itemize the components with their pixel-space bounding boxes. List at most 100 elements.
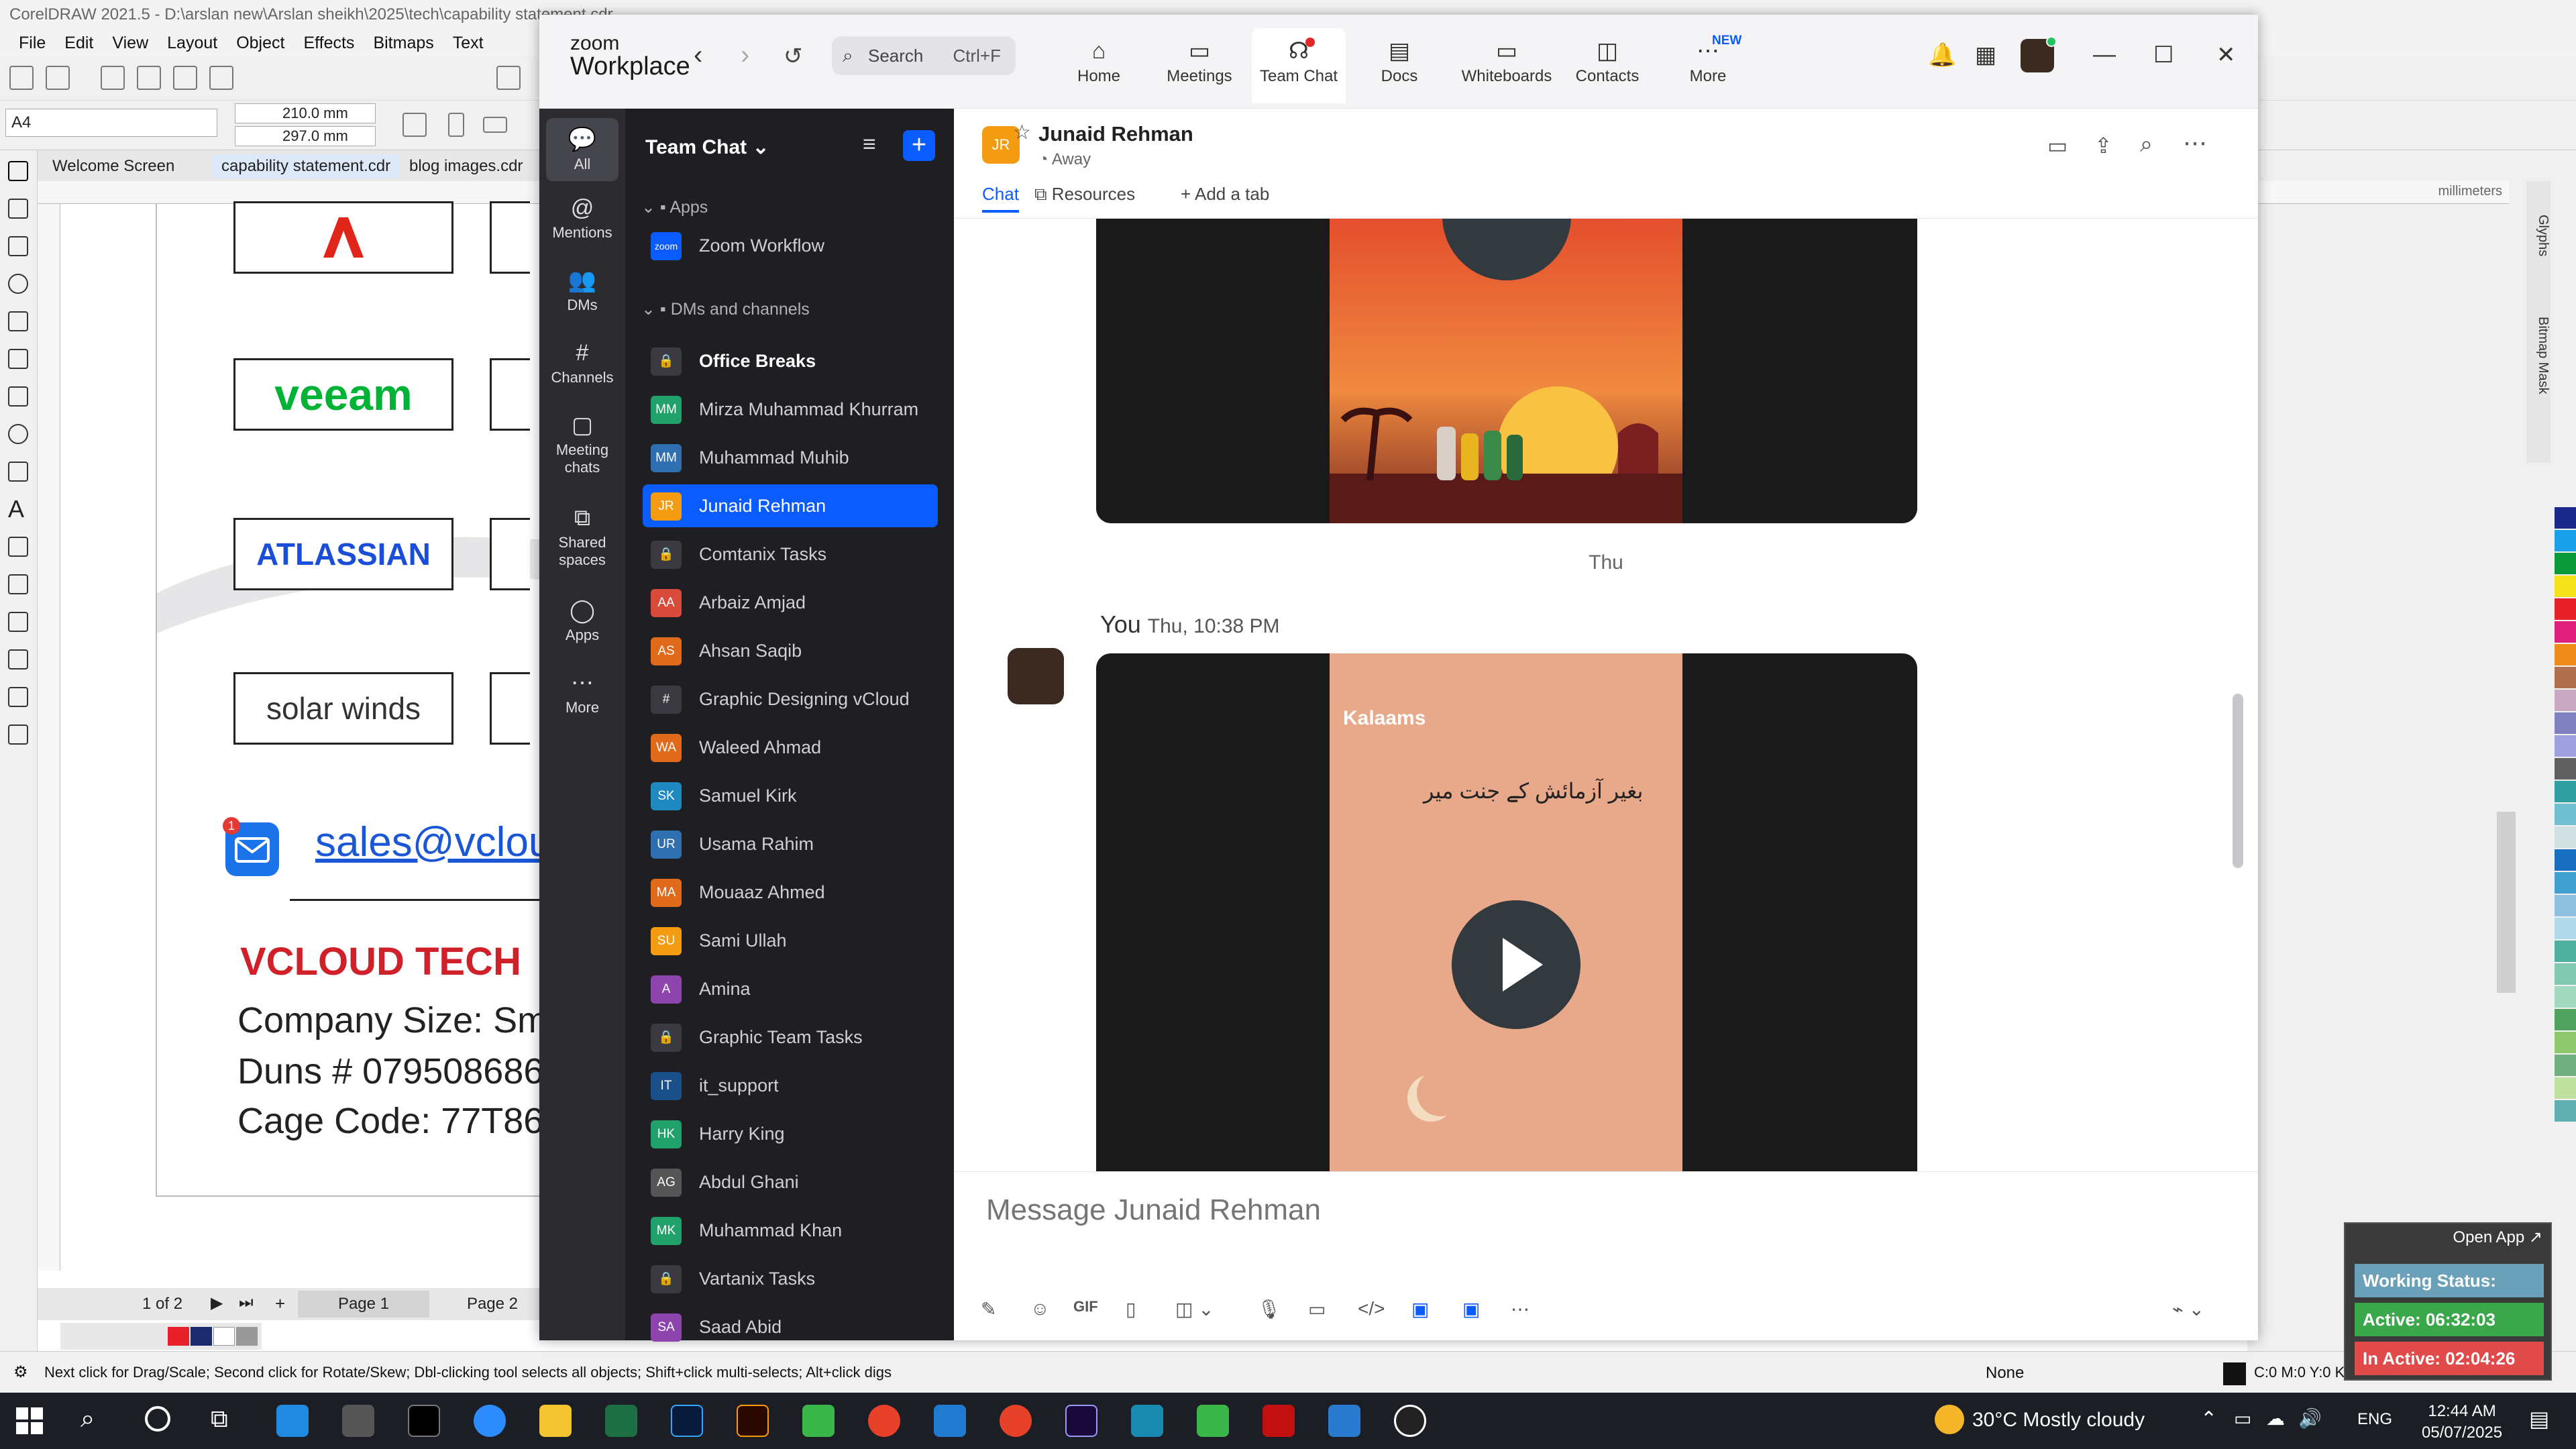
menu-bitmaps[interactable]: Bitmaps	[373, 30, 433, 56]
cloud-icon[interactable]	[137, 66, 161, 90]
weather-text[interactable]: 30°C Mostly cloudy	[1972, 1409, 2145, 1432]
nav-docs[interactable]: ▤ Docs	[1352, 28, 1446, 103]
clock[interactable]: 12:44 AM 05/07/2025	[2422, 1401, 2502, 1444]
freehand-tool-icon[interactable]	[8, 311, 28, 331]
rail-channels[interactable]: # Channels	[539, 339, 625, 386]
list-item-contact[interactable]: AG Abdul Ghani	[643, 1161, 938, 1203]
search-input[interactable]: ⌕ Search Ctrl+F	[832, 36, 1016, 75]
code-icon[interactable]: </>	[1358, 1298, 1385, 1320]
search-icon[interactable]: ⌕	[80, 1405, 95, 1434]
transparency-tool-icon[interactable]	[8, 649, 28, 669]
menu-view[interactable]: View	[112, 30, 148, 56]
palette-swatch[interactable]	[236, 1327, 258, 1346]
send-options-icon[interactable]: ⌁ ⌄	[2172, 1298, 2204, 1320]
palette-swatch[interactable]	[2555, 1055, 2576, 1076]
rail-dms[interactable]: 👥 DMs	[539, 267, 625, 314]
video-message-icon[interactable]: ▭	[1308, 1298, 1326, 1320]
palette-swatch[interactable]	[2555, 530, 2576, 551]
team-chat-header[interactable]: Team Chat ⌄	[645, 136, 769, 159]
menu-effects[interactable]: Effects	[303, 30, 354, 56]
page-width-field[interactable]: 210.0 mm	[235, 103, 376, 123]
menu-text[interactable]: Text	[453, 30, 484, 56]
palette-swatch[interactable]	[2555, 690, 2576, 711]
nav-home[interactable]: ⌂ Home	[1052, 28, 1146, 103]
curve-tool-icon[interactable]	[8, 349, 28, 369]
emoji-icon[interactable]: ☺	[1030, 1298, 1050, 1320]
palette-swatch[interactable]	[213, 1327, 235, 1346]
shape-tool-icon[interactable]	[8, 199, 28, 219]
file-explorer-icon[interactable]	[539, 1405, 572, 1437]
open-icon[interactable]	[46, 66, 70, 90]
palette-swatch[interactable]	[2555, 895, 2576, 916]
palette-swatch[interactable]	[2555, 941, 2576, 962]
add-page-icon[interactable]: +	[275, 1293, 285, 1314]
palette-swatch[interactable]	[168, 1327, 189, 1346]
palette-swatch[interactable]	[2555, 986, 2576, 1008]
user-avatar[interactable]	[2021, 36, 2057, 72]
list-item-contact[interactable]: MK Muhammad Khan	[643, 1209, 938, 1252]
next-page-icon[interactable]: ▶	[211, 1293, 223, 1313]
page-height-field[interactable]: 297.0 mm	[235, 126, 376, 146]
list-item-contact[interactable]: SU Sami Ullah	[643, 919, 938, 962]
nav-more[interactable]: ⋯ More NEW	[1661, 28, 1755, 103]
palette-swatch[interactable]	[2555, 1077, 2576, 1099]
pick-tool-icon[interactable]	[8, 161, 28, 181]
new-chat-button[interactable]: +	[903, 130, 935, 161]
palette-swatch[interactable]	[191, 1327, 212, 1346]
share-screen-icon[interactable]: ⇪	[2094, 133, 2112, 158]
close-icon[interactable]: ✕	[2216, 42, 2236, 68]
onedrive-icon[interactable]: ☁	[2266, 1407, 2285, 1430]
app-icon-2[interactable]: ▣	[1462, 1298, 1480, 1320]
app-icon-1[interactable]: ▣	[1411, 1298, 1429, 1320]
star-icon[interactable]: ☆	[1013, 121, 1031, 144]
chrome-profile-icon[interactable]	[1000, 1405, 1032, 1437]
bell-icon[interactable]: 🔔	[1928, 42, 1956, 68]
menu-file[interactable]: File	[19, 30, 46, 56]
menu-layout[interactable]: Layout	[167, 30, 217, 56]
open-app-link[interactable]: Open App ↗	[2453, 1228, 2542, 1247]
palette-swatch[interactable]	[2555, 644, 2576, 665]
more-options-icon[interactable]: ⋯	[2183, 129, 2207, 157]
list-item-contact[interactable]: WA Waleed Ahmad	[643, 726, 938, 769]
weather-icon[interactable]	[1935, 1405, 1964, 1434]
photoshop-icon[interactable]	[671, 1405, 703, 1437]
text-tool-icon[interactable]: A	[8, 497, 28, 521]
calendar-icon[interactable]: ▦	[1975, 42, 1996, 68]
page-tab-2[interactable]: Page 2	[440, 1291, 545, 1318]
palette-swatch[interactable]	[2555, 712, 2576, 734]
palette-swatch[interactable]	[2555, 781, 2576, 802]
palette-swatch[interactable]	[2555, 918, 2576, 939]
terminal-icon[interactable]	[408, 1405, 440, 1437]
list-item-contact[interactable]: SK Samuel Kirk	[643, 774, 938, 817]
tab-chat[interactable]: Chat	[982, 184, 1019, 213]
volume-icon[interactable]: 🔊	[2298, 1407, 2322, 1430]
import-icon[interactable]	[496, 66, 521, 90]
play-button[interactable]	[1452, 900, 1580, 1029]
list-item-contact[interactable]: 🔒 Graphic Team Tasks	[643, 1016, 938, 1059]
list-item-contact[interactable]: IT it_support	[643, 1064, 938, 1107]
ellipse-tool-icon[interactable]	[8, 424, 28, 444]
palette-swatch[interactable]	[2555, 598, 2576, 620]
landscape-icon[interactable]	[483, 117, 507, 133]
nav-meetings[interactable]: ▭ Meetings	[1152, 28, 1246, 103]
palette-swatch[interactable]	[2555, 667, 2576, 688]
calculator-icon[interactable]	[1328, 1405, 1360, 1437]
list-item-contact[interactable]: JR Junaid Rehman	[643, 484, 938, 527]
nav-team-chat[interactable]: ☊ Team Chat	[1252, 28, 1346, 103]
parallel-dimension-tool-icon[interactable]	[8, 537, 28, 557]
maximize-icon[interactable]: ☐	[2153, 42, 2174, 68]
glyphs-docker-tab[interactable]: Glyphs Bitmap Mask	[2526, 181, 2551, 463]
list-item-contact[interactable]: AS Ahsan Saqib	[643, 629, 938, 672]
palette-swatch[interactable]	[2555, 963, 2576, 985]
section-dms-channels[interactable]: ⌄ ▪ DMs and channels	[641, 299, 810, 319]
chrome-icon[interactable]	[868, 1405, 900, 1437]
message-input[interactable]	[986, 1187, 2194, 1234]
list-item-contact[interactable]: 🔒 Comtanix Tasks	[643, 533, 938, 576]
gif-button[interactable]: GIF	[1073, 1298, 1098, 1316]
transform-icon[interactable]	[402, 113, 427, 137]
nav-whiteboards[interactable]: ▭ Whiteboards	[1453, 28, 1560, 103]
save-icon[interactable]	[101, 66, 125, 90]
video-message-1[interactable]	[1096, 219, 1917, 523]
notifications-icon[interactable]: ▤	[2529, 1406, 2549, 1432]
rectangle-tool-icon[interactable]	[8, 386, 28, 407]
